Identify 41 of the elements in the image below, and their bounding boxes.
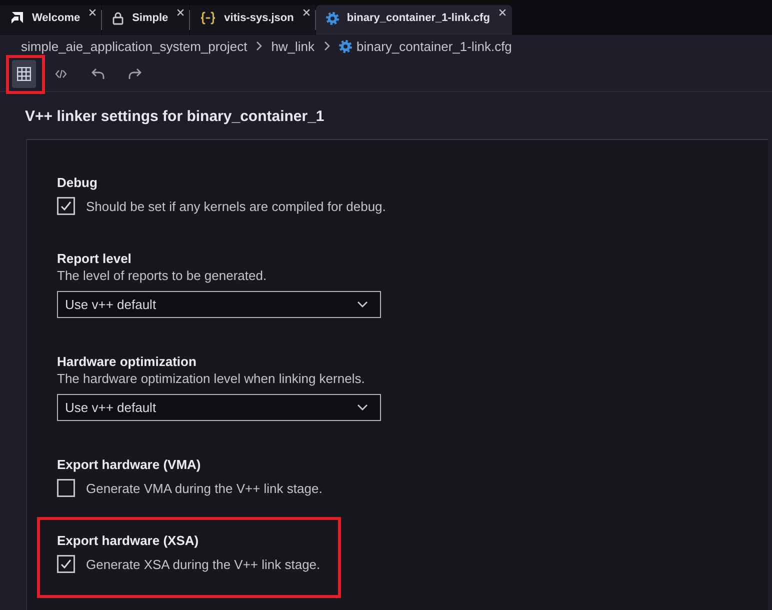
- setting-title: Debug: [57, 174, 98, 191]
- chevron-right-icon: [256, 41, 262, 51]
- undo-icon: [91, 68, 105, 80]
- tab[interactable]: Welcome: [0, 5, 102, 35]
- chevron-down-icon: [357, 301, 368, 308]
- braces-icon: [200, 11, 216, 25]
- close-icon[interactable]: [177, 9, 184, 16]
- dropdown[interactable]: Use v++ default: [57, 291, 381, 318]
- redo-icon: [128, 68, 142, 80]
- gear-icon: [338, 40, 352, 52]
- chevron-down-icon: [357, 404, 368, 411]
- setting-title: Hardware optimization: [57, 353, 198, 370]
- setting-description: The level of reports to be generated.: [57, 267, 268, 284]
- dropdown[interactable]: Use v++ default: [57, 394, 381, 421]
- close-icon[interactable]: [89, 9, 96, 16]
- code-icon: [55, 69, 67, 79]
- setting-title: Export hardware (XSA): [57, 532, 200, 549]
- breadcrumb-item[interactable]: simple_aie_application_system_project: [21, 38, 248, 54]
- close-icon[interactable]: [498, 9, 506, 16]
- checkbox-label: Generate XSA during the V++ link stage.: [86, 556, 320, 572]
- checkbox-label: Generate VMA during the V++ link stage.: [86, 480, 322, 496]
- tab[interactable]: vitis-sys.json: [190, 5, 315, 35]
- gear-icon: [326, 12, 339, 24]
- tab[interactable]: Simple: [102, 5, 190, 35]
- breadcrumb-item[interactable]: hw_link: [271, 38, 315, 54]
- checkbox[interactable]: [57, 479, 75, 497]
- chevron-right-icon: [324, 41, 330, 51]
- page-heading: V++ linker settings for binary_container_1: [25, 107, 324, 127]
- setting-title: Report level: [57, 250, 132, 267]
- close-icon[interactable]: [302, 9, 310, 16]
- checkbox-label: Should be set if any kernels are compiled for debug.: [86, 198, 386, 214]
- tab[interactable]: binary_container_1-link.cfg: [316, 5, 512, 35]
- lock-icon: [112, 11, 124, 25]
- checkbox[interactable]: [57, 555, 75, 573]
- setting-description: The hardware optimization level when linking kernels.: [57, 370, 366, 387]
- checkbox[interactable]: [57, 197, 75, 215]
- breadcrumb-item[interactable]: binary_container_1-link.cfg: [338, 38, 512, 54]
- grid-icon: [17, 67, 31, 81]
- table-view-button[interactable]: [12, 60, 36, 88]
- logo-icon: [10, 11, 24, 25]
- setting-title: Export hardware (VMA): [57, 456, 202, 473]
